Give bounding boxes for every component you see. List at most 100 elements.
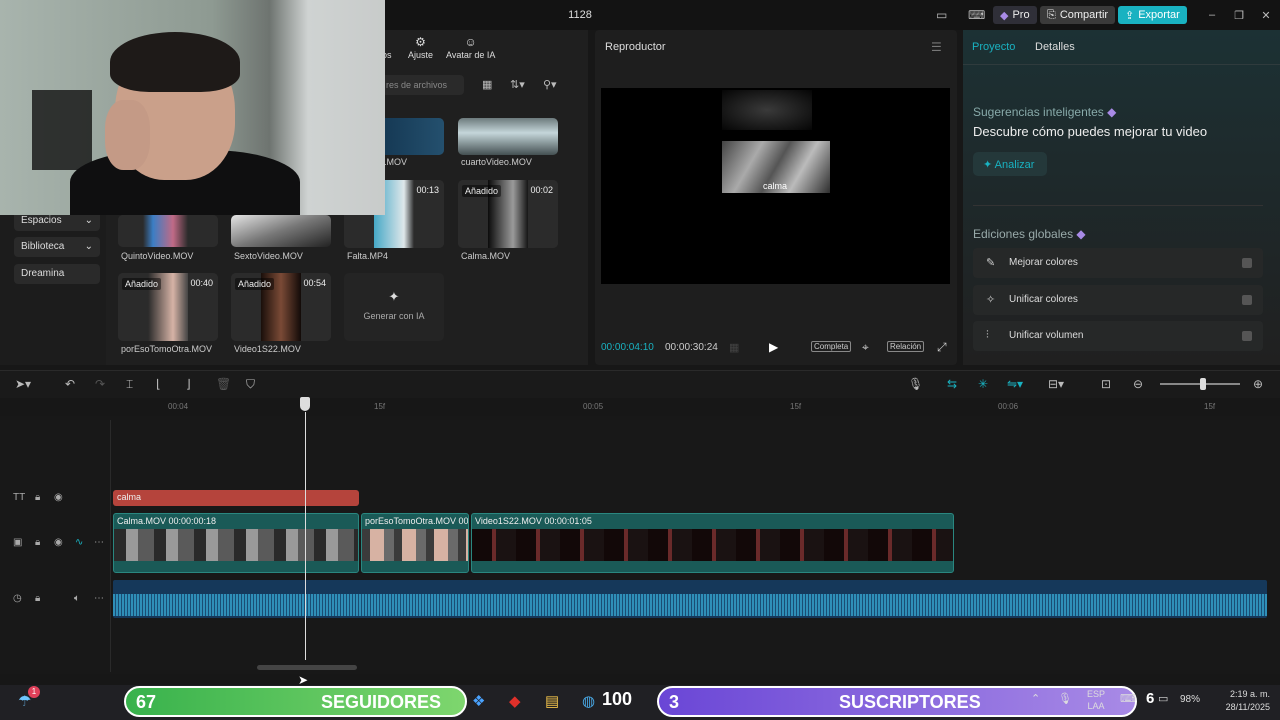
toggle-switch[interactable] [1242,295,1252,305]
export-button[interactable]: ⇪ Exportar [1118,6,1187,24]
filter-icon[interactable]: ⚲▾ [543,78,557,91]
chevron-up-icon[interactable]: ⌃ [1031,692,1040,705]
tab-ajuste[interactable]: ⚙ Ajuste [408,35,433,60]
ratio-button[interactable]: Relación [887,341,925,352]
audio-clip[interactable] [113,580,1267,618]
project-title: 1128 [568,9,592,21]
search-input[interactable]: res de archivos [380,75,464,95]
split-icon[interactable]: ⌶ [126,377,133,392]
more-icon[interactable]: ⋯ [94,593,104,604]
added-badge: Añadido [122,278,162,290]
undo-icon[interactable]: ↶ [65,377,75,391]
horizontal-scrollbar[interactable] [257,665,357,670]
eye-icon[interactable]: ◉ [54,492,63,503]
microphone-icon[interactable]: 🎙 [1058,692,1072,705]
delete-icon[interactable]: 🗑 [216,377,231,391]
fullscreen-icon[interactable]: ⤢ [937,340,947,355]
media-name: Calma.MOV [461,251,511,261]
zoom-out-icon[interactable]: ⊖ [1133,377,1143,391]
file-explorer-icon[interactable]: ▤ [545,692,559,710]
fit-icon[interactable]: ⊡ [1101,377,1111,391]
share-button[interactable]: ⎘ Compartir [1040,6,1116,24]
text-clip[interactable]: calma [113,490,359,506]
analyze-button[interactable]: ✦ Analizar [973,152,1047,176]
network-icon[interactable]: ⌨ [1120,692,1136,705]
toggle-switch[interactable] [1242,331,1252,341]
toggle-switch[interactable] [1242,258,1252,268]
unify-colors-item[interactable]: ✧ Unificar colores [973,285,1263,315]
redo-icon[interactable]: ↷ [95,377,105,391]
equalizer-icon: ⫶ [986,329,989,341]
audio-wave-icon[interactable]: ∿ [75,537,83,548]
link-icon[interactable]: ⇋▾ [1007,377,1023,391]
marker-icon[interactable]: ⛉ [246,377,255,392]
suggestions-title: Sugerencias inteligentes ◆ [973,105,1116,119]
copilot-icon[interactable]: ❖ [472,692,485,710]
screenshot-icon[interactable]: ⌖ [862,340,869,355]
full-quality-button[interactable]: Completa [811,341,852,352]
trim-left-icon[interactable]: ⌊ [156,377,161,391]
video-clip-calma[interactable]: Calma.MOV 00:00:00:18 [113,513,359,573]
tab-divider [963,64,1280,65]
clock[interactable]: 2:19 a. m. 28/11/2025 [1210,688,1270,714]
lock-icon[interactable]: 🔒︎ [35,593,40,604]
pro-button[interactable]: ◆ Pro [993,6,1037,24]
trim-right-icon[interactable]: ⌋ [186,377,191,391]
menu-icon[interactable]: ☰ [931,40,942,54]
zoom-in-icon[interactable]: ⊕ [1253,377,1263,391]
magnet-link-icon[interactable]: ⇆ [947,377,957,391]
layout-icon[interactable]: ▭ [936,8,947,22]
media-thumb[interactable]: Añadido 00:02 [458,180,558,248]
more-icon[interactable]: ⋯ [94,537,104,548]
grid-view-icon[interactable]: ▦ [482,78,492,91]
media-thumb[interactable]: Añadido 00:54 [231,273,331,341]
tab-proyecto[interactable]: Proyecto [972,41,1015,53]
minimize-icon[interactable]: – [1205,9,1219,21]
media-thumb[interactable] [118,215,218,247]
unify-volume-item[interactable]: ⫶ Unificar volumen [973,321,1263,351]
zoom-slider-handle[interactable] [1200,378,1206,390]
video-clip-poreso[interactable]: porEsoTomoOtra.MOV 00: [361,513,469,573]
upload-icon: ⇪ [1125,9,1135,22]
webcam-overlay [0,0,385,215]
video-clip-video1s22[interactable]: Video1S22.MOV 00:00:01:05 [471,513,954,573]
eye-icon[interactable]: ◉ [54,537,63,548]
playhead-handle[interactable] [300,397,310,411]
player-title: Reproductor [605,41,666,53]
sidebar-item-dreamina[interactable]: Dreamina [14,264,100,284]
sort-icon[interactable]: ⇅▾ [510,78,525,91]
generate-ai-button[interactable]: ✦ Generar con IA [344,273,444,341]
improve-colors-item[interactable]: ✎ Mejorar colores [973,248,1263,278]
microphone-icon[interactable]: 🎙 [908,377,923,391]
language-indicator[interactable]: ESP LAA [1087,688,1105,712]
timeline-ruler[interactable] [0,398,1280,416]
tab-avatar-ia[interactable]: ☺ Avatar de IA [446,35,495,60]
preview-axis-icon[interactable]: ⊟▾ [1048,377,1064,391]
export-label: Exportar [1138,9,1180,21]
grid-icon[interactable]: ▦ [729,341,739,354]
lock-icon[interactable]: 🔒︎ [35,492,40,503]
media-thumb[interactable]: Añadido 00:40 [118,273,218,341]
speaker-icon[interactable]: 🔈︎ [74,593,80,604]
battery-icon[interactable]: ▭ [1158,692,1168,705]
sidebar-label: Espacios [21,215,62,226]
sidebar-item-biblioteca[interactable]: Biblioteca ⌄ [14,237,100,257]
lock-icon[interactable]: 🔒︎ [35,537,40,548]
play-button[interactable]: ▶ [769,340,778,354]
media-thumb[interactable] [458,118,558,155]
keyboard-icon[interactable]: ⌨ [968,8,985,22]
media-thumb[interactable] [231,215,331,247]
close-icon[interactable]: ✕ [1259,9,1273,22]
playhead-line[interactable] [305,412,306,660]
app-icon[interactable]: ◆ [509,692,521,710]
tab-detalles[interactable]: Detalles [1035,41,1075,53]
battery-percent: 98% [1180,694,1201,705]
ruler-tick: 00:04 [168,402,189,411]
sparkle-icon: ✦ [388,289,400,304]
restore-icon[interactable]: ❐ [1232,9,1246,22]
video-caption[interactable]: calma [740,181,810,191]
edge-icon[interactable]: ◍ [582,692,595,710]
subscribers-label: SUSCRIPTORES [839,692,981,712]
auto-snap-icon[interactable]: ✳ [978,377,988,391]
select-tool-icon[interactable]: ➤▾ [15,377,31,391]
